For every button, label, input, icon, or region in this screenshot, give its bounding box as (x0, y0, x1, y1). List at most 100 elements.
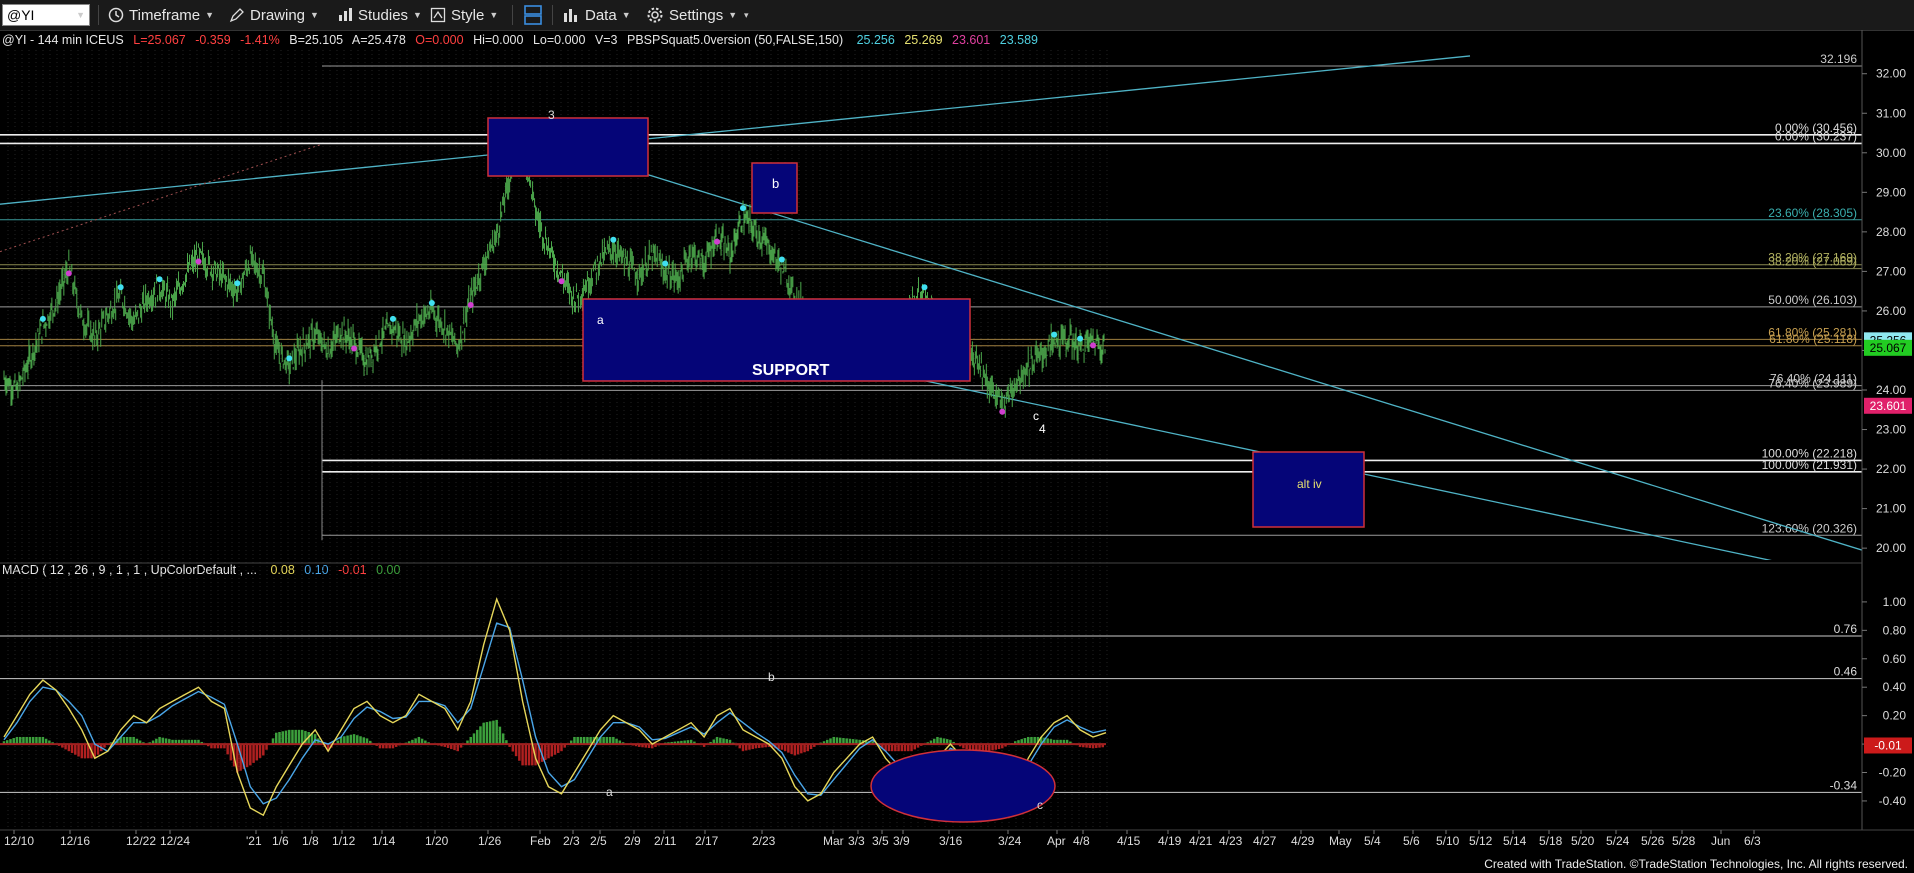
x-tick-label: 4/15 (1117, 834, 1141, 848)
x-tick-label: 5/12 (1469, 834, 1493, 848)
fib-level-label: 61.80% (25.118) (1769, 332, 1857, 346)
price-tag-low: 23.601 (1870, 399, 1907, 413)
ask-price: A=25.478 (352, 33, 406, 47)
macd-level-label: 0.46 (1834, 665, 1858, 679)
upper-trendline (0, 55, 1471, 205)
x-tick-label: 3/3 (848, 834, 865, 848)
y-tick-label: 29.00 (1876, 185, 1906, 199)
y-tick-label: 20.00 (1876, 541, 1906, 555)
study-value-1: 25.256 (857, 33, 895, 47)
macd-y-tick-label: -0.20 (1879, 766, 1907, 780)
x-tick-label: 12/22 (126, 834, 156, 848)
bid-price: B=25.105 (289, 33, 343, 47)
swing-dot (921, 284, 928, 291)
x-tick-label: '21 (246, 834, 262, 848)
x-tick-label: 5/24 (1606, 834, 1630, 848)
macd-label-a: a (606, 785, 613, 799)
x-tick-label: 5/10 (1436, 834, 1460, 848)
macd-y-tick-label: 0.40 (1883, 680, 1907, 694)
x-tick-label: 3/9 (893, 834, 910, 848)
high-price: Hi=0.000 (473, 33, 523, 47)
x-tick-label: 3/5 (872, 834, 889, 848)
study-value-4: 23.589 (1000, 33, 1038, 47)
open-price: O=0.000 (415, 33, 463, 47)
x-tick-label: 5/26 (1641, 834, 1665, 848)
wave-label-c: c (1033, 409, 1039, 423)
macd-y-tick-label: -0.40 (1879, 794, 1907, 808)
swing-dot (1051, 331, 1058, 338)
x-tick-label: 2/9 (624, 834, 641, 848)
y-tick-label: 24.00 (1876, 383, 1906, 397)
x-tick-label: 1/14 (372, 834, 396, 848)
x-tick-label: 5/14 (1503, 834, 1527, 848)
x-tick-label: 2/17 (695, 834, 719, 848)
y-tick-label: 30.00 (1876, 146, 1906, 160)
chart-area[interactable]: @YI - 144 min ICEUS L=25.067 -0.359 -1.4… (0, 0, 1914, 873)
fib-level-label: 100.00% (21.931) (1762, 458, 1857, 472)
fib-level-label: 76.40% (23.989) (1768, 376, 1857, 390)
swing-dot (714, 238, 721, 245)
price-change-pct: -1.41% (240, 33, 280, 47)
macd-level-label: -0.34 (1830, 778, 1858, 792)
swing-dot (1090, 342, 1097, 349)
macd-ellipse (870, 749, 1056, 823)
x-tick-label: 5/28 (1672, 834, 1696, 848)
swing-dot (778, 256, 785, 263)
swing-dot (428, 300, 435, 307)
x-tick-label: Apr (1047, 834, 1066, 848)
fib-level-label: 0.00% (30.237) (1775, 129, 1857, 143)
wave-label-a: a (597, 313, 604, 327)
wave-3-box (487, 117, 649, 177)
fib-level-label: 38.20% (27.069) (1768, 255, 1857, 269)
x-tick-label: 2/11 (654, 834, 677, 848)
x-tick-label: 1/8 (302, 834, 319, 848)
x-tick-label: 12/24 (160, 834, 190, 848)
x-tick-label: 1/26 (478, 834, 502, 848)
macd-header: MACD ( 12 , 26 , 9 , 1 , 1 , UpColorDefa… (2, 563, 400, 577)
x-tick-label: 4/29 (1291, 834, 1315, 848)
wave-label-4: 4 (1039, 422, 1046, 436)
symbol-info: @YI - 144 min ICEUS (2, 33, 124, 47)
study-value-2: 25.269 (904, 33, 942, 47)
swing-dot (662, 260, 669, 267)
volume: V=3 (595, 33, 618, 47)
swing-dot (351, 345, 358, 352)
dotted-trendline (0, 144, 321, 253)
swing-dot (739, 205, 746, 212)
y-tick-label: 28.00 (1876, 225, 1906, 239)
price-tag-current: 25.067 (1870, 341, 1907, 355)
x-tick-label: 2/3 (563, 834, 580, 848)
x-tick-label: 2/5 (590, 834, 607, 848)
swing-dot (389, 315, 396, 322)
x-tick-label: 5/18 (1539, 834, 1563, 848)
x-tick-label: 5/20 (1571, 834, 1595, 848)
swing-dot (195, 258, 202, 265)
x-tick-label: May (1329, 834, 1352, 848)
y-tick-label: 26.00 (1876, 304, 1906, 318)
study-value-3: 23.601 (952, 33, 990, 47)
swing-dot (39, 315, 46, 322)
x-tick-label: 1/6 (272, 834, 289, 848)
x-tick-label: 2/23 (752, 834, 776, 848)
macd-label: MACD ( 12 , 26 , 9 , 1 , 1 , UpColorDefa… (2, 563, 257, 577)
x-tick-label: 4/27 (1253, 834, 1277, 848)
swing-dot (610, 236, 617, 243)
annotations: 3 b a SUPPORT c 4 alt iv b a c (487, 108, 1365, 823)
diff-value: -0.01 (338, 563, 367, 577)
x-tick-label: 4/23 (1219, 834, 1243, 848)
x-tick-label: Mar (823, 834, 844, 848)
macd-label-b: b (768, 670, 775, 684)
macd-y-tick-label: 0.60 (1883, 652, 1907, 666)
x-tick-label: 4/8 (1073, 834, 1090, 848)
macd-y-tick-label: 1.00 (1883, 595, 1907, 609)
y-tick-label: 21.00 (1876, 502, 1906, 516)
study-label: PBSPSquat5.0version (50,FALSE,150) (627, 33, 843, 47)
x-tick-label: 4/19 (1158, 834, 1182, 848)
x-tick-label: 3/16 (939, 834, 963, 848)
y-tick-label: 27.00 (1876, 264, 1906, 278)
x-tick-label: 6/3 (1744, 834, 1761, 848)
low-price: Lo=0.000 (533, 33, 586, 47)
wave-label-b: b (772, 176, 779, 191)
zero-value: 0.00 (376, 563, 400, 577)
swing-dot (999, 408, 1006, 415)
